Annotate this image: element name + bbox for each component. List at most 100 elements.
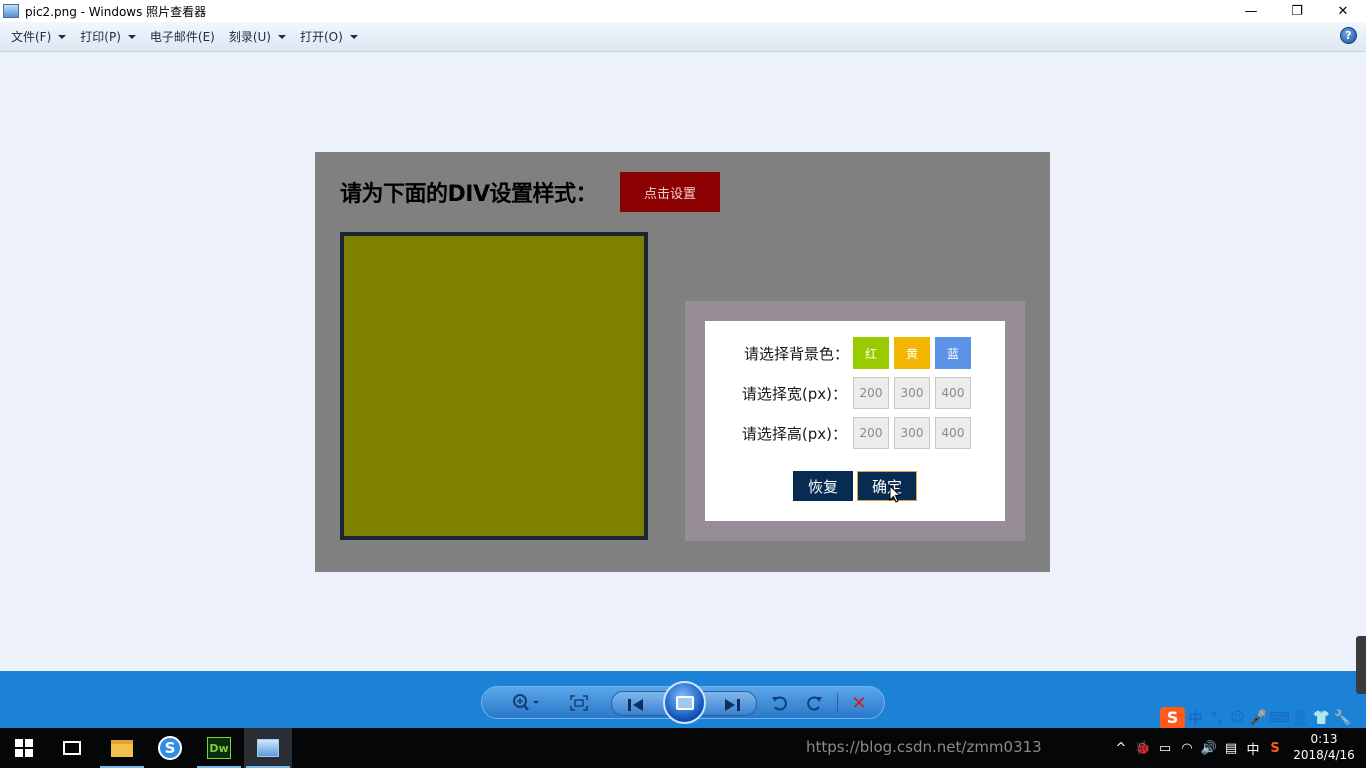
window-controls: — ❐ ✕ — [1228, 0, 1366, 22]
system-tray: https://blog.csdn.net/zmm0313 ^ 🐞 ▭ ◠ 🔊 … — [806, 728, 1286, 768]
sogou-browser-icon: S — [158, 736, 182, 760]
task-view-icon — [63, 741, 81, 755]
height-label: 请选择高(px)： — [741, 424, 847, 443]
color-option-blue: 蓝 — [935, 337, 971, 369]
taskbar-file-explorer[interactable] — [98, 728, 146, 768]
clock-date: 2018/4/16 — [1293, 748, 1355, 762]
photo-viewer-app-icon — [3, 4, 19, 18]
zoom-button[interactable] — [508, 691, 542, 715]
menu-burn-label: 刻录(U) — [228, 30, 271, 44]
rotate-ccw-button[interactable] — [768, 691, 792, 715]
sogou-ime-logo-icon[interactable]: S — [1160, 706, 1185, 729]
previous-icon — [628, 699, 643, 711]
clock[interactable]: 0:13 2018/4/16 — [1290, 731, 1358, 763]
slideshow-button[interactable] — [663, 681, 706, 724]
volume-icon[interactable]: 🔊 — [1198, 741, 1220, 756]
width-row: 请选择宽(px)： 200 300 400 — [739, 377, 971, 409]
previous-button[interactable] — [622, 693, 650, 717]
menu-open[interactable]: 打开(O) — [293, 26, 365, 48]
dreamweaver-icon: Dw — [207, 737, 231, 759]
menu-burn[interactable]: 刻录(U) — [222, 26, 293, 48]
windows-logo-icon — [15, 739, 33, 757]
watermark-text: https://blog.csdn.net/zmm0313 — [806, 738, 1042, 756]
window-title: pic2.png - Windows 照片查看器 — [25, 4, 207, 19]
width-option-300: 300 — [894, 377, 930, 409]
battery-icon[interactable]: ▭ — [1154, 741, 1176, 756]
menu-open-label: 打开(O) — [300, 30, 343, 44]
photo-viewer-icon — [257, 739, 279, 757]
height-option-200: 200 — [853, 417, 889, 449]
chevron-down-icon — [127, 34, 136, 39]
delete-button[interactable]: ✕ — [846, 691, 872, 715]
rotate-clockwise-icon — [807, 696, 822, 711]
ime-punctuation-icon[interactable]: °, — [1206, 707, 1227, 729]
color-option-yellow: 黄 — [894, 337, 930, 369]
delete-icon: ✕ — [851, 692, 867, 714]
ime-voice-icon[interactable]: 🎤 — [1248, 707, 1269, 729]
wifi-icon[interactable]: ◠ — [1176, 741, 1198, 756]
show-hidden-icons-icon[interactable]: ^ — [1110, 741, 1132, 756]
chevron-down-icon — [349, 34, 358, 39]
help-icon[interactable]: ? — [1340, 27, 1357, 44]
menu-file-label: 文件(F) — [11, 30, 52, 44]
ime-emoji-icon[interactable]: ☺ — [1227, 707, 1248, 729]
width-option-200: 200 — [853, 377, 889, 409]
width-label: 请选择宽(px)： — [741, 384, 847, 403]
viewer-controls: ✕ — [481, 681, 885, 724]
zoom-icon — [513, 694, 539, 711]
taskbar-sogou-browser[interactable]: S — [146, 728, 194, 768]
actual-size-button[interactable] — [566, 691, 592, 715]
chevron-down-icon — [58, 34, 67, 39]
ime-chinese-mode-icon[interactable]: 中 — [1185, 707, 1206, 729]
title-bar: pic2.png - Windows 照片查看器 — ❐ ✕ — [0, 0, 1366, 22]
toolbar-divider — [837, 693, 838, 713]
height-option-300: 300 — [894, 417, 930, 449]
bg-color-label: 请选择背景色： — [743, 344, 849, 363]
height-row: 请选择高(px)： 200 300 400 — [739, 417, 971, 449]
tray-app-icon[interactable]: 🐞 — [1132, 741, 1154, 756]
mouse-cursor-icon — [889, 485, 901, 503]
set-style-button: 点击设置 — [620, 172, 720, 212]
task-view-button[interactable] — [48, 728, 96, 768]
ime-toolbar: S 中 °, ☺ 🎤 ⌨ 👤 👕 🔧 — [1160, 705, 1366, 730]
menu-print[interactable]: 打印(P) — [73, 26, 143, 48]
taskbar: S Dw https://blog.csdn.net/zmm0313 ^ 🐞 ▭… — [0, 728, 1366, 768]
restore-button[interactable]: ❐ — [1274, 0, 1320, 22]
color-option-red: 红 — [853, 337, 889, 369]
clock-time: 0:13 — [1310, 732, 1338, 746]
confirm-button: 确定 — [857, 471, 917, 501]
folder-icon — [111, 739, 133, 757]
taskbar-dreamweaver[interactable]: Dw — [195, 728, 243, 768]
rotate-counterclockwise-icon — [772, 696, 787, 711]
width-option-400: 400 — [935, 377, 971, 409]
menu-email[interactable]: 电子邮件(E) — [143, 26, 222, 48]
fit-window-icon — [570, 695, 588, 711]
ime-user-icon[interactable]: 👤 — [1290, 707, 1311, 729]
bg-color-row: 请选择背景色： 红 黄 蓝 — [737, 337, 971, 369]
reset-button: 恢复 — [793, 471, 853, 501]
sogou-tray-icon[interactable]: S — [1264, 741, 1286, 756]
slideshow-icon — [675, 695, 694, 710]
ime-skin-icon[interactable]: 👕 — [1311, 707, 1332, 729]
ime-keyboard-icon[interactable]: ⌨ — [1269, 707, 1290, 729]
settings-panel-frame: 请选择背景色： 红 黄 蓝 请选择宽(px)： 200 300 400 请选择高… — [685, 301, 1025, 541]
target-div-preview — [340, 232, 648, 540]
taskbar-photo-viewer[interactable] — [244, 728, 292, 768]
minimize-button[interactable]: — — [1228, 0, 1274, 22]
height-option-400: 400 — [935, 417, 971, 449]
image-heading: 请为下面的DIV设置样式： — [340, 182, 597, 207]
start-button[interactable] — [0, 728, 48, 768]
next-icon — [725, 699, 740, 711]
volume-indicator — [1356, 636, 1366, 694]
chevron-down-icon — [278, 34, 286, 39]
menu-email-label: 电子邮件(E) — [149, 30, 215, 44]
displayed-image: 请为下面的DIV设置样式： 点击设置 请选择背景色： 红 黄 蓝 请选择宽(px… — [315, 152, 1050, 572]
ime-tools-icon[interactable]: 🔧 — [1332, 707, 1353, 729]
input-language-icon[interactable]: 中 — [1242, 739, 1264, 758]
action-center-icon[interactable]: ▤ — [1220, 741, 1242, 756]
menu-file[interactable]: 文件(F) — [4, 26, 73, 48]
next-button[interactable] — [718, 693, 746, 717]
rotate-cw-button[interactable] — [802, 691, 826, 715]
close-button[interactable]: ✕ — [1320, 0, 1366, 22]
menu-bar: 文件(F) 打印(P) 电子邮件(E) 刻录(U) 打开(O) ? — [0, 22, 1366, 52]
